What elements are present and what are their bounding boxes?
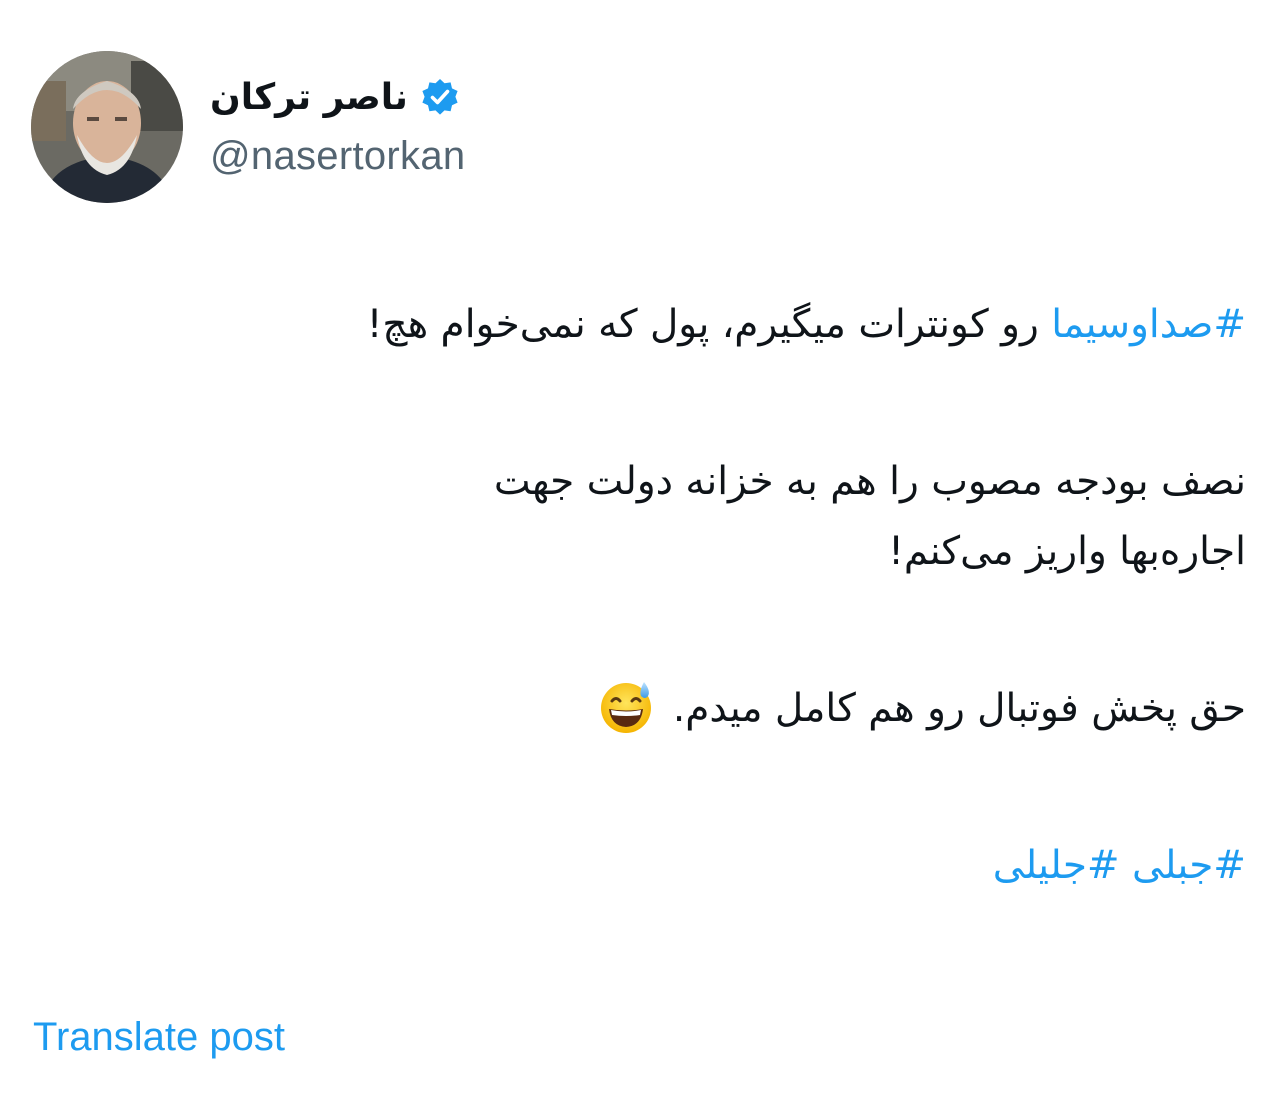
avatar[interactable] [31, 51, 183, 203]
grinning-face-with-sweat-icon [598, 679, 654, 735]
post-line-1-text: رو کونترات میگیرم، پول که نمی‌خوام هچ! [366, 302, 1052, 347]
post-line-2: نصف بودجه مصوب را هم به خزانه دولت جهت [493, 459, 1246, 504]
hashtag-jalili[interactable]: #جلیلی [993, 843, 1120, 888]
verified-badge-icon [420, 77, 460, 117]
hashtag-seda-o-sima[interactable]: #صداوسیما [1051, 302, 1246, 347]
translate-post-link[interactable]: Translate post [33, 1015, 285, 1060]
author-display-name[interactable]: ناصر ترکان [210, 77, 408, 118]
post-line-3: اجاره‌بها واریز می‌کنم! [888, 529, 1246, 574]
post-line-4: حق پخش فوتبال رو هم کامل میدم. [31, 674, 1246, 744]
post-text: #صداوسیما رو کونترات میگیرم، پول که نمی‌… [31, 290, 1246, 901]
hashtag-jabali[interactable]: #جبلی [1132, 843, 1246, 888]
post-hashtags: #جبلی #جلیلی [31, 831, 1246, 901]
author-name-row[interactable]: ناصر ترکان [210, 72, 460, 122]
author-handle[interactable]: @nasertorkan [210, 134, 465, 179]
post-line-1: #صداوسیما رو کونترات میگیرم، پول که نمی‌… [31, 290, 1246, 360]
post-line-4-text: حق پخش فوتبال رو هم کامل میدم. [660, 686, 1246, 731]
profile-photo-icon [31, 51, 183, 203]
